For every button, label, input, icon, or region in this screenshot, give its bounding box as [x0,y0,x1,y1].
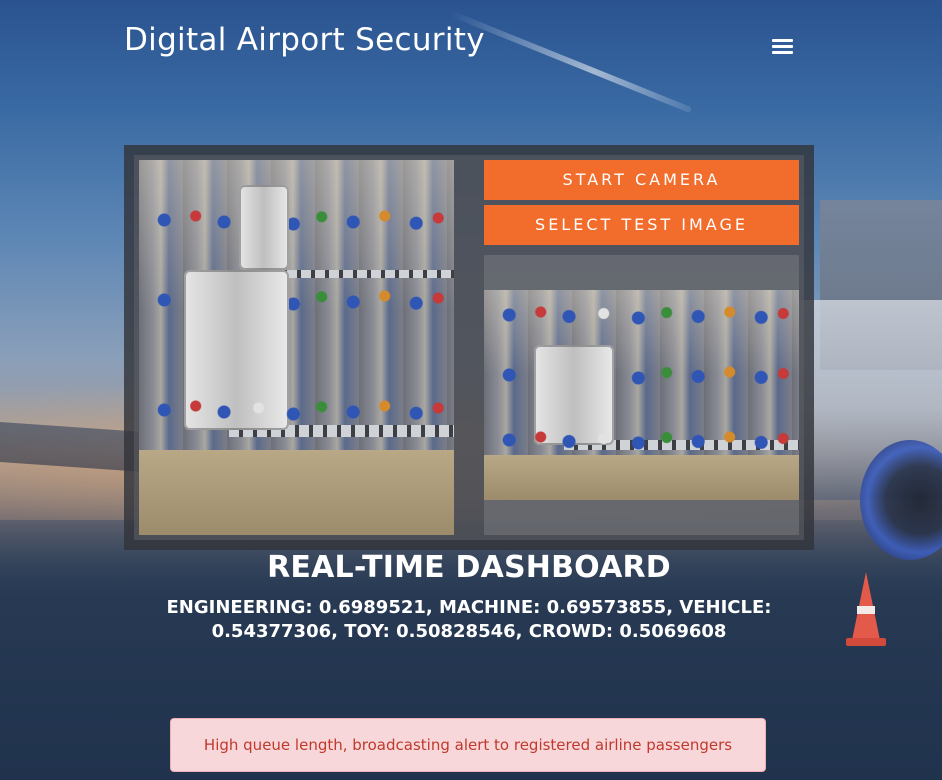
queue-alert-banner: High queue length, broadcasting alert to… [170,718,766,772]
test-image-preview [484,290,799,500]
menu-line [772,39,793,42]
crowd-row [484,300,799,330]
dashboard-title: REAL-TIME DASHBOARD [267,550,671,585]
start-camera-button[interactable]: START CAMERA [484,160,799,200]
body-scanner [239,185,289,270]
menu-line [772,51,793,54]
hamburger-menu-icon[interactable] [768,34,796,58]
terminal-floor [484,455,799,500]
brand-title[interactable]: Digital Airport Security [124,22,485,58]
select-test-image-button[interactable]: SELECT TEST IMAGE [484,205,799,245]
terminal-floor [139,450,454,535]
classification-scores: ENGINEERING: 0.6989521, MACHINE: 0.69573… [166,597,772,642]
traffic-cone-stripe [857,606,875,614]
crowd-row [484,360,799,390]
menu-line [772,45,793,48]
crowd-row [139,390,454,430]
app-page: Digital Airport Security START CAMERA SE… [0,0,942,780]
background-contrail [448,10,693,114]
camera-feed-image [139,160,454,535]
crowd-row [139,200,454,240]
crowd-row [484,425,799,455]
